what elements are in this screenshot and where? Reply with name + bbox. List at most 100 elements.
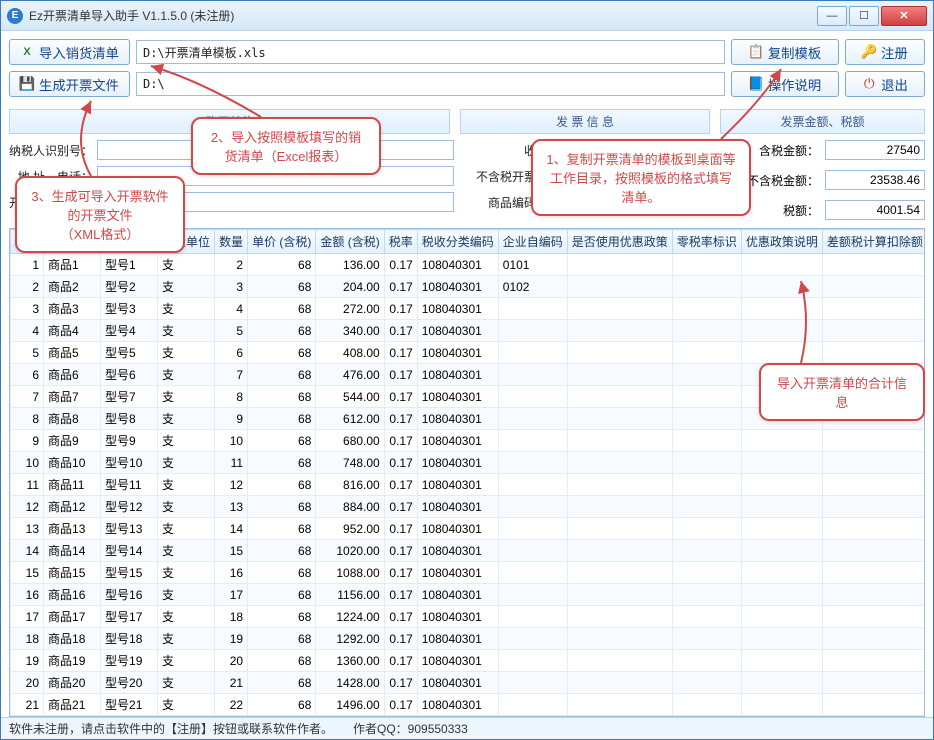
grid-cell: 型号7 — [101, 386, 158, 408]
grid-cell: 0.17 — [384, 298, 417, 320]
table-row[interactable]: 4商品4型号4支568340.000.17108040301 — [11, 320, 926, 342]
table-row[interactable]: 3商品3型号3支468272.000.17108040301 — [11, 298, 926, 320]
grid-cell: 0.17 — [384, 342, 417, 364]
close-button[interactable] — [881, 6, 927, 26]
copy-template-button[interactable]: 📋 复制模板 — [731, 39, 839, 65]
grid-header-cell[interactable]: 税率 — [384, 230, 417, 254]
grid-header-cell[interactable]: 税收分类编码 — [417, 230, 498, 254]
exit-button[interactable]: ⏻ 退出 — [845, 71, 925, 97]
output-path-input[interactable] — [136, 72, 725, 96]
grid-cell: 68 — [248, 628, 316, 650]
grid-cell — [498, 650, 567, 672]
grid-wrapper[interactable]: 序号商品名称规格型号计量单位数量单价 (含税)金额 (含税)税率税收分类编码企业… — [9, 228, 925, 717]
grid-cell: 0.17 — [384, 430, 417, 452]
grid-cell: 型号13 — [101, 518, 158, 540]
grid-header-cell[interactable]: 数量 — [215, 230, 248, 254]
grid-cell — [672, 650, 741, 672]
callout-4: 导入开票清单的合计信息 — [759, 363, 925, 421]
grid-cell: 支 — [158, 716, 215, 718]
grid-cell: 型号17 — [101, 606, 158, 628]
grid-cell: 108040301 — [417, 694, 498, 716]
titlebar: E Ez开票清单导入助手 V1.1.5.0 (未注册) — [1, 1, 933, 31]
grid-cell: 20 — [11, 672, 44, 694]
grid-cell: 型号8 — [101, 408, 158, 430]
grid-cell: 支 — [158, 540, 215, 562]
grid-cell: 3 — [11, 298, 44, 320]
table-row[interactable]: 15商品15型号15支16681088.000.17108040301 — [11, 562, 926, 584]
grid-cell: 1 — [11, 254, 44, 276]
grid-cell — [822, 430, 925, 452]
grid-cell — [672, 276, 741, 298]
maximize-button[interactable] — [849, 6, 879, 26]
table-row[interactable]: 16商品16型号16支17681156.000.17108040301 — [11, 584, 926, 606]
grid-header-cell[interactable]: 单价 (含税) — [248, 230, 316, 254]
table-row[interactable]: 11商品11型号11支1268816.000.17108040301 — [11, 474, 926, 496]
table-row[interactable]: 14商品14型号14支15681020.000.17108040301 — [11, 540, 926, 562]
grid-cell: 0.17 — [384, 276, 417, 298]
table-row[interactable]: 2商品2型号2支368204.000.171080403010102 — [11, 276, 926, 298]
grid-cell: 商品17 — [44, 606, 101, 628]
grid-cell — [741, 518, 822, 540]
grid-cell — [567, 650, 672, 672]
grid-header-cell[interactable]: 企业自编码 — [498, 230, 567, 254]
grid-cell: 5 — [215, 320, 248, 342]
grid-cell: 支 — [158, 298, 215, 320]
grid-cell — [672, 452, 741, 474]
table-row[interactable]: 18商品18型号18支19681292.000.17108040301 — [11, 628, 926, 650]
grid-cell — [741, 628, 822, 650]
grid-cell: 12 — [215, 474, 248, 496]
grid-cell: 884.00 — [316, 496, 384, 518]
grid-cell: 108040301 — [417, 562, 498, 584]
grid-cell — [741, 650, 822, 672]
table-row[interactable]: 10商品10型号10支1168748.000.17108040301 — [11, 452, 926, 474]
grid-header-cell[interactable]: 是否使用优惠政策 — [567, 230, 672, 254]
grid-cell: 1360.00 — [316, 650, 384, 672]
table-row[interactable]: 19商品19型号19支20681360.000.17108040301 — [11, 650, 926, 672]
section-headers: 购买单位 发 票 信 息 发票金额、税额 — [9, 109, 925, 134]
grid-header-cell[interactable]: 金额 (含税) — [316, 230, 384, 254]
table-row[interactable]: 13商品13型号13支1468952.000.17108040301 — [11, 518, 926, 540]
grid-cell — [822, 298, 925, 320]
grid-cell: 108040301 — [417, 276, 498, 298]
grid-cell: 型号12 — [101, 496, 158, 518]
grid-cell: 68 — [248, 408, 316, 430]
table-row[interactable]: 1商品1型号1支268136.000.171080403010101 — [11, 254, 926, 276]
grid-cell — [822, 518, 925, 540]
table-row[interactable]: 20商品20型号20支21681428.000.17108040301 — [11, 672, 926, 694]
help-button[interactable]: 📘 操作说明 — [731, 71, 839, 97]
grid-cell: 0.17 — [384, 562, 417, 584]
grid-cell — [498, 430, 567, 452]
grid-cell — [567, 276, 672, 298]
grid-cell: 商品18 — [44, 628, 101, 650]
grid-cell: 108040301 — [417, 430, 498, 452]
grid-cell: 108040301 — [417, 254, 498, 276]
grid-cell: 支 — [158, 430, 215, 452]
grid-cell — [741, 716, 822, 718]
table-row[interactable]: 21商品21型号21支22681496.000.17108040301 — [11, 694, 926, 716]
import-list-button[interactable]: X 导入销货清单 — [9, 39, 130, 65]
grid-cell — [822, 474, 925, 496]
table-row[interactable]: 17商品17型号17支18681224.000.17108040301 — [11, 606, 926, 628]
grid-header-cell[interactable]: 优惠政策说明 — [741, 230, 822, 254]
grid-header-cell[interactable]: 零税率标识 — [672, 230, 741, 254]
grid-cell — [498, 584, 567, 606]
grid-cell: 68 — [248, 540, 316, 562]
table-row[interactable]: 12商品12型号12支1368884.000.17108040301 — [11, 496, 926, 518]
generate-file-button[interactable]: 💾 生成开票文件 — [9, 71, 130, 97]
grid-cell — [567, 584, 672, 606]
grid-cell — [822, 628, 925, 650]
key-icon: 🔑 — [862, 45, 876, 59]
grid-cell: 748.00 — [316, 452, 384, 474]
grid-cell: 支 — [158, 584, 215, 606]
register-button[interactable]: 🔑 注册 — [845, 39, 925, 65]
grid-cell: 68 — [248, 430, 316, 452]
table-row[interactable]: 5商品5型号5支668408.000.17108040301 — [11, 342, 926, 364]
grid-header-cell[interactable]: 差额税计算扣除额 — [822, 230, 925, 254]
minimize-button[interactable] — [817, 6, 847, 26]
grid-cell: 型号18 — [101, 628, 158, 650]
grid-cell: 型号1 — [101, 254, 158, 276]
grid-cell — [567, 672, 672, 694]
table-row[interactable]: 22商品22型号22支23681564.000.17108040301 — [11, 716, 926, 718]
table-row[interactable]: 9商品9型号9支1068680.000.17108040301 — [11, 430, 926, 452]
import-path-input[interactable] — [136, 40, 725, 64]
